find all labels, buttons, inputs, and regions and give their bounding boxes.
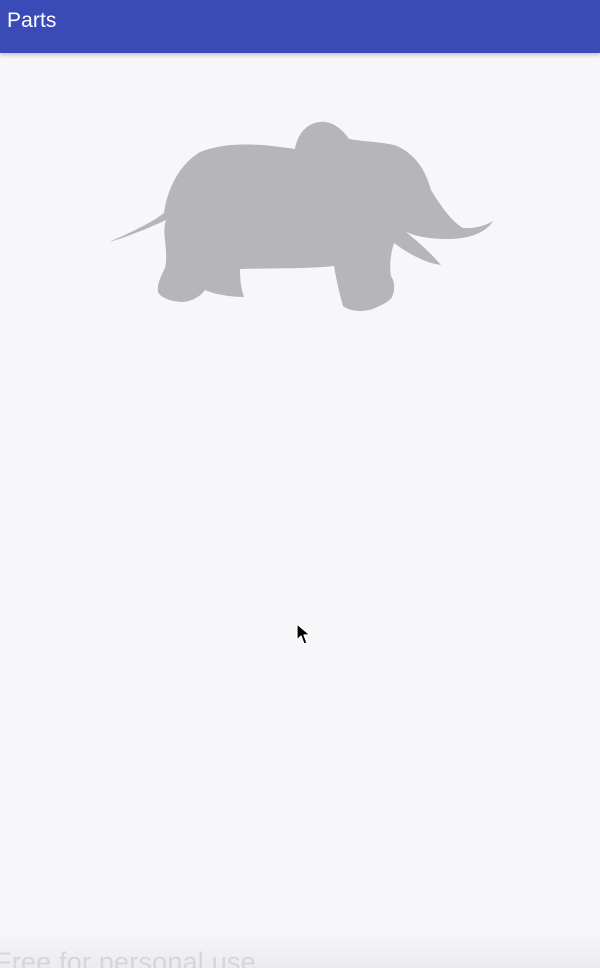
elephant-icon: [109, 121, 493, 311]
app-title: Parts: [7, 9, 57, 32]
footer-strip: Free for personal use: [0, 938, 600, 968]
pointer-arrow-icon: [296, 623, 311, 645]
watermark-text: Free for personal use: [0, 947, 256, 968]
app-bar: Parts: [0, 0, 600, 53]
